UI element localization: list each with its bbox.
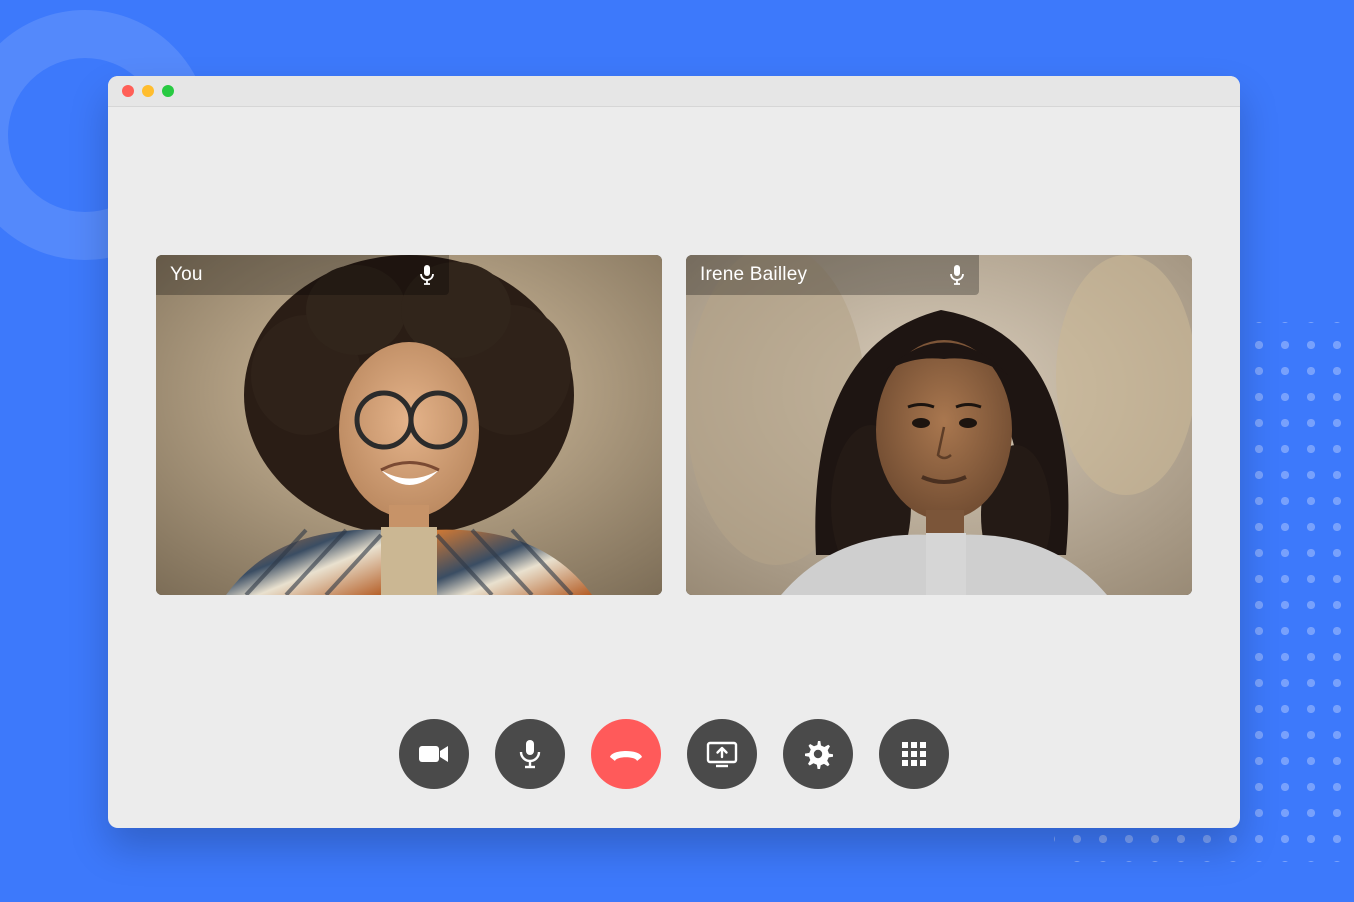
video-grid: You: [156, 255, 1192, 595]
app-window: You: [108, 76, 1240, 828]
video-tile-remote[interactable]: Irene Bailley: [686, 255, 1192, 595]
window-close-button[interactable]: [122, 85, 134, 97]
dialpad-grid-button[interactable]: [879, 719, 949, 789]
camera-toggle-button[interactable]: [399, 719, 469, 789]
share-screen-button[interactable]: [687, 719, 757, 789]
microphone-icon: [949, 265, 965, 285]
microphone-icon: [519, 739, 541, 769]
tile-label-bar: You: [156, 255, 449, 295]
call-toolbar: [108, 719, 1240, 789]
video-feed-remote: [686, 255, 1192, 595]
grid-icon: [901, 741, 927, 767]
window-minimize-button[interactable]: [142, 85, 154, 97]
video-feed-self: [156, 255, 662, 595]
video-tile-self[interactable]: You: [156, 255, 662, 595]
camera-icon: [418, 743, 450, 765]
microphone-icon: [419, 265, 435, 285]
tile-label-bar: Irene Bailley: [686, 255, 979, 295]
phone-hangup-icon: [608, 745, 644, 763]
participant-name-remote: Irene Bailley: [700, 264, 807, 286]
hangup-button[interactable]: [591, 719, 661, 789]
participant-name-self: You: [170, 264, 203, 286]
settings-button[interactable]: [783, 719, 853, 789]
microphone-toggle-button[interactable]: [495, 719, 565, 789]
window-zoom-button[interactable]: [162, 85, 174, 97]
window-content: You: [108, 107, 1240, 828]
page-background: You: [0, 0, 1354, 902]
share-screen-icon: [706, 740, 738, 768]
window-titlebar: [108, 76, 1240, 107]
gear-icon: [803, 739, 833, 769]
